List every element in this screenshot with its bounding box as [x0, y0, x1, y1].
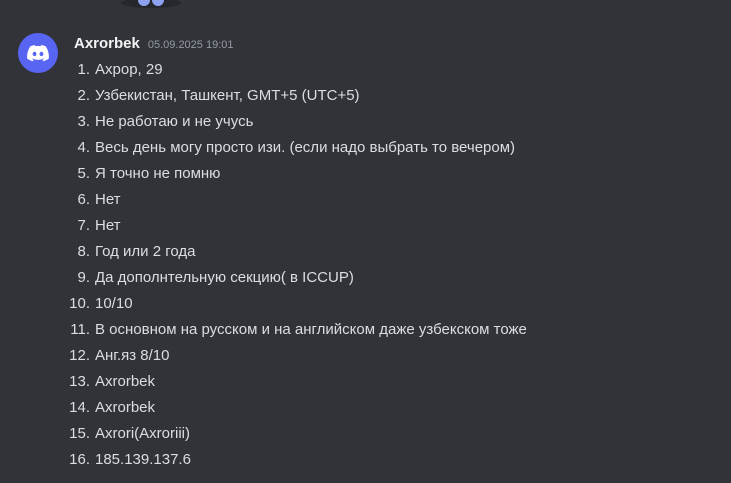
list-item: 9. Да дополнтельную секцию( в ICCUP) — [60, 265, 527, 291]
list-item-number: 4. — [77, 139, 90, 156]
list-item: 4. Весь день могу просто изи. (если надо … — [60, 135, 527, 161]
previous-message-image-remnant — [120, 0, 182, 8]
list-item-number: 16. — [69, 451, 90, 468]
list-item-number: 5. — [77, 165, 90, 182]
list-item-number: 12. — [69, 347, 90, 364]
list-item-text: Год или 2 года — [95, 243, 196, 260]
list-item-text: Axrori(Axroriii) — [95, 425, 190, 442]
list-item-text: Axrorbek — [95, 373, 156, 390]
list-item: 2. Узбекистан, Ташкент, GMT+5 (UTC+5) — [60, 83, 527, 109]
list-item-number: 13. — [69, 373, 90, 390]
message-timestamp[interactable]: 05.09.2025 19:01 — [148, 39, 234, 51]
list-item: 11. В основном на русском и на английском… — [60, 317, 527, 343]
list-item: 12. Анг.яз 8/10 — [60, 343, 527, 369]
list-item-number: 9. — [77, 269, 90, 286]
list-item: 15. Axrori(Axroriii) — [60, 421, 527, 447]
list-item-number: 7. — [77, 217, 90, 234]
list-item: 14. Axrorbek — [60, 395, 527, 421]
list-item: 1. Ахрор, 29 — [60, 57, 527, 83]
list-item-text: Не работаю и не учусь — [95, 113, 254, 130]
message-header: Axrorbek 05.09.2025 19:01 — [74, 35, 234, 55]
list-item-number: 10. — [69, 295, 90, 312]
list-item-text: Весь день могу просто изи. (если надо вы… — [95, 139, 516, 156]
list-item-text: Axrorbek — [95, 399, 156, 416]
list-item-text: 185.139.137.6 — [95, 451, 191, 468]
discord-logo-icon — [26, 41, 50, 65]
list-item-text: Нет — [95, 217, 121, 234]
list-item-number: 3. — [77, 113, 90, 130]
list-item-text: В основном на русском и на английском да… — [95, 321, 527, 338]
message-author[interactable]: Axrorbek — [74, 35, 140, 52]
list-item-text: Нет — [95, 191, 121, 208]
list-item-text: Я точно не помню — [95, 165, 221, 182]
list-item: 3. Не работаю и не учусь — [60, 109, 527, 135]
list-item: 5. Я точно не помню — [60, 161, 527, 187]
user-avatar[interactable] — [18, 33, 58, 73]
list-item-number: 11. — [70, 321, 90, 338]
list-item-text: Узбекистан, Ташкент, GMT+5 (UTC+5) — [95, 87, 360, 104]
list-item-number: 14. — [69, 399, 90, 416]
list-item: 7. Нет — [60, 213, 527, 239]
list-item-text: Да дополнтельную секцию( в ICCUP) — [95, 269, 354, 286]
list-item: 8. Год или 2 года — [60, 239, 527, 265]
list-item-number: 6. — [77, 191, 90, 208]
list-item: 6. Нет — [60, 187, 527, 213]
list-item: 16. 185.139.137.6 — [60, 447, 527, 473]
chat-message: Axrorbek 05.09.2025 19:01 1. Ахрор, 29 2. У… — [0, 30, 731, 483]
list-item-number: 15. — [69, 425, 90, 442]
list-item-number: 2. — [77, 87, 90, 104]
list-item-text: Анг.яз 8/10 — [95, 347, 170, 364]
answer-list: 1. Ахрор, 29 2. Узбекистан, Ташкент, GMT+5 … — [60, 57, 527, 473]
list-item-text: Ахрор, 29 — [95, 61, 163, 78]
list-item-number: 8. — [77, 243, 90, 260]
list-item-number: 1. — [77, 61, 90, 78]
list-item: 13. Axrorbek — [60, 369, 527, 395]
list-item-text: 10/10 — [95, 295, 133, 312]
list-item: 10. 10/10 — [60, 291, 527, 317]
